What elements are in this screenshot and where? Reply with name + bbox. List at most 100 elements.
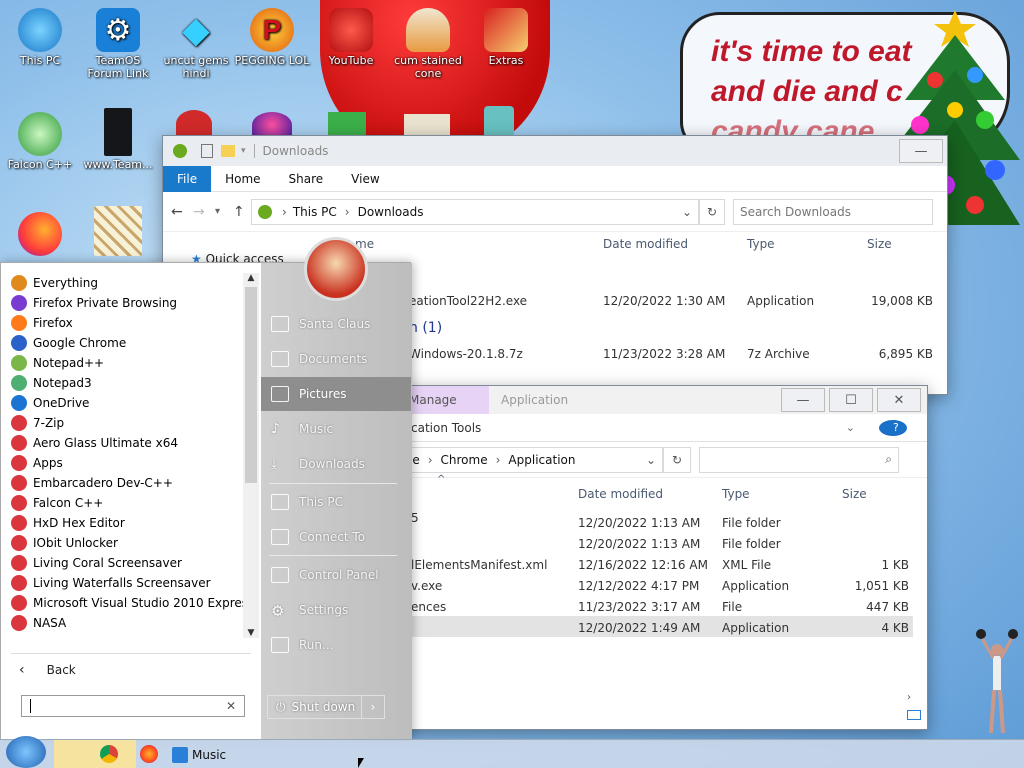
program-list-scrollbar[interactable]: ▲ ▼ — [243, 273, 259, 638]
program-item[interactable]: NASA — [11, 613, 66, 633]
program-item[interactable]: HxD Hex Editor — [11, 513, 125, 533]
column-header-date[interactable]: Date modified — [578, 487, 663, 501]
program-item[interactable]: Microsoft Visual Studio 2010 Express — [11, 593, 254, 613]
desktop-icon-uncut-gems[interactable]: ◆ uncut gems hindi — [156, 8, 236, 80]
clear-search-icon[interactable]: ✕ — [226, 699, 236, 713]
start-orb-button[interactable] — [6, 736, 46, 768]
program-item[interactable]: Notepad++ — [11, 353, 104, 373]
start-item-downloads[interactable]: ⤓ Downloads — [261, 447, 411, 481]
start-item-documents[interactable]: Documents — [261, 342, 411, 376]
start-item-settings[interactable]: ⚙ Settings — [261, 593, 411, 627]
chevron-down-icon[interactable]: ⌄ — [682, 205, 692, 219]
chevron-down-icon[interactable]: ▾ — [241, 146, 246, 156]
desktop-icon-extras[interactable]: Extras — [466, 8, 546, 67]
scrollbar-thumb[interactable] — [245, 287, 257, 483]
ribbon-tab-home[interactable]: Home — [211, 166, 274, 192]
start-item-control-panel[interactable]: Control Panel — [261, 558, 411, 592]
start-search-input[interactable]: ✕ — [21, 695, 245, 717]
shutdown-options-button[interactable]: › — [361, 695, 385, 719]
desktop-icon-youtube[interactable]: YouTube — [311, 8, 391, 67]
file-name[interactable]: ences — [411, 600, 446, 614]
start-item-run[interactable]: Run... — [261, 628, 411, 662]
search-input[interactable]: ⌕ — [699, 446, 899, 473]
program-item[interactable]: Notepad3 — [11, 373, 92, 393]
breadcrumb-downloads[interactable]: Downloads — [358, 205, 424, 219]
desktop-icon-pixel-art[interactable] — [78, 206, 158, 258]
file-name[interactable]: eationTool22H2.exe — [409, 294, 527, 308]
scroll-right-arrow-icon[interactable]: › — [907, 692, 911, 703]
firefox-icon[interactable] — [140, 745, 158, 763]
breadcrumb-chrome[interactable]: Chrome — [441, 453, 488, 467]
close-button[interactable]: ✕ — [877, 388, 921, 412]
ribbon-tab-view[interactable]: View — [337, 166, 393, 192]
ribbon-tab-file[interactable]: File — [163, 165, 212, 192]
program-item[interactable]: Embarcadero Dev-C++ — [11, 473, 173, 493]
recent-chevron-icon[interactable]: ▾ — [215, 206, 233, 217]
file-name[interactable]: v.exe — [411, 579, 442, 593]
group-header[interactable]: h (1) — [409, 320, 442, 336]
column-header-type[interactable]: Type — [722, 487, 750, 501]
minimize-button[interactable]: — — [781, 388, 825, 412]
desktop-icon-this-pc[interactable]: This PC — [0, 8, 80, 67]
user-avatar[interactable] — [304, 237, 368, 301]
breadcrumb-this-pc[interactable]: This PC — [293, 205, 337, 219]
ribbon-tab-share[interactable]: Share — [275, 166, 338, 192]
address-box[interactable]: › This PC › Downloads ⌄ — [251, 198, 699, 225]
refresh-button[interactable]: ↻ — [663, 446, 691, 473]
file-name[interactable]: 5 — [411, 511, 419, 525]
taskbar-pinned-item[interactable] — [54, 740, 136, 768]
desktop-icon-cone[interactable]: cum stained cone — [388, 8, 468, 80]
explorer-window-chrome[interactable]: Manage Application — ☐ ✕ cation Tools ⌄ … — [360, 385, 928, 730]
program-item[interactable]: Living Coral Screensaver — [11, 553, 182, 573]
back-button[interactable]: ‹ Back — [19, 659, 76, 681]
file-name[interactable]: Windows-20.1.8.7z — [409, 347, 523, 361]
chrome-icon[interactable] — [100, 745, 118, 763]
program-item[interactable]: Falcon C++ — [11, 493, 103, 513]
program-item[interactable]: Everything — [11, 273, 98, 293]
start-item-user[interactable]: Santa Claus — [261, 307, 411, 341]
forward-arrow-icon[interactable]: → — [193, 204, 215, 220]
scroll-down-icon[interactable]: ▼ — [243, 628, 259, 638]
program-item[interactable]: 7-Zip — [11, 413, 64, 433]
column-header-size[interactable]: Size — [867, 237, 892, 251]
program-item[interactable]: Google Chrome — [11, 333, 126, 353]
program-item[interactable]: Living Waterfalls Screensaver — [11, 573, 211, 593]
up-arrow-icon[interactable]: ↑ — [233, 204, 251, 220]
scroll-up-icon[interactable]: ▲ — [243, 273, 259, 283]
start-item-connect-to[interactable]: Connect To — [261, 520, 411, 554]
desktop-icon-www-team[interactable]: www.Team... — [78, 108, 158, 171]
program-item[interactable]: Apps — [11, 453, 63, 473]
maximize-button[interactable]: ☐ — [829, 388, 873, 412]
start-item-label: Connect To — [299, 530, 366, 544]
column-header-type[interactable]: Type — [747, 237, 775, 251]
details-view-button[interactable] — [907, 710, 921, 720]
properties-icon[interactable] — [201, 144, 213, 158]
program-item[interactable]: OneDrive — [11, 393, 89, 413]
breadcrumb-application[interactable]: Application — [508, 453, 575, 467]
help-icon[interactable]: ? — [879, 419, 907, 436]
desktop-icon-falcon[interactable]: Falcon C++ — [0, 112, 80, 171]
start-item-music[interactable]: ♪ Music — [261, 412, 411, 446]
start-item-pictures[interactable]: Pictures — [261, 377, 411, 411]
desktop-icon-teamos[interactable]: ⚙ TeamOS Forum Link — [78, 8, 158, 80]
title-bar[interactable]: Manage Application — ☐ ✕ — [361, 386, 927, 414]
title-bar[interactable]: ▾ Downloads — — [163, 136, 947, 166]
refresh-button[interactable]: ↻ — [699, 198, 725, 225]
search-input[interactable]: Search Downloads — [733, 198, 933, 225]
minimize-button[interactable]: — — [899, 139, 943, 163]
taskbar-item-music[interactable]: Music — [172, 744, 226, 766]
program-item[interactable]: Firefox — [11, 313, 73, 333]
program-item[interactable]: Firefox Private Browsing — [11, 293, 177, 313]
desktop-icon-firefox[interactable] — [0, 212, 80, 258]
column-header-date[interactable]: Date modified — [603, 237, 688, 251]
file-name[interactable]: lElementsManifest.xml — [411, 558, 547, 572]
program-item[interactable]: IObit Unlocker — [11, 533, 118, 553]
chevron-down-icon[interactable]: ⌄ — [646, 453, 656, 467]
column-header-size[interactable]: Size — [842, 487, 867, 501]
desktop-icon-pegging[interactable]: P PEGGING LOL — [232, 8, 312, 67]
start-item-this-pc[interactable]: This PC — [261, 485, 411, 519]
back-arrow-icon[interactable]: ← — [171, 204, 193, 220]
chevron-down-icon[interactable]: ⌄ — [832, 415, 869, 441]
program-item[interactable]: Aero Glass Ultimate x64 — [11, 433, 178, 453]
folder-icon[interactable] — [221, 145, 235, 157]
